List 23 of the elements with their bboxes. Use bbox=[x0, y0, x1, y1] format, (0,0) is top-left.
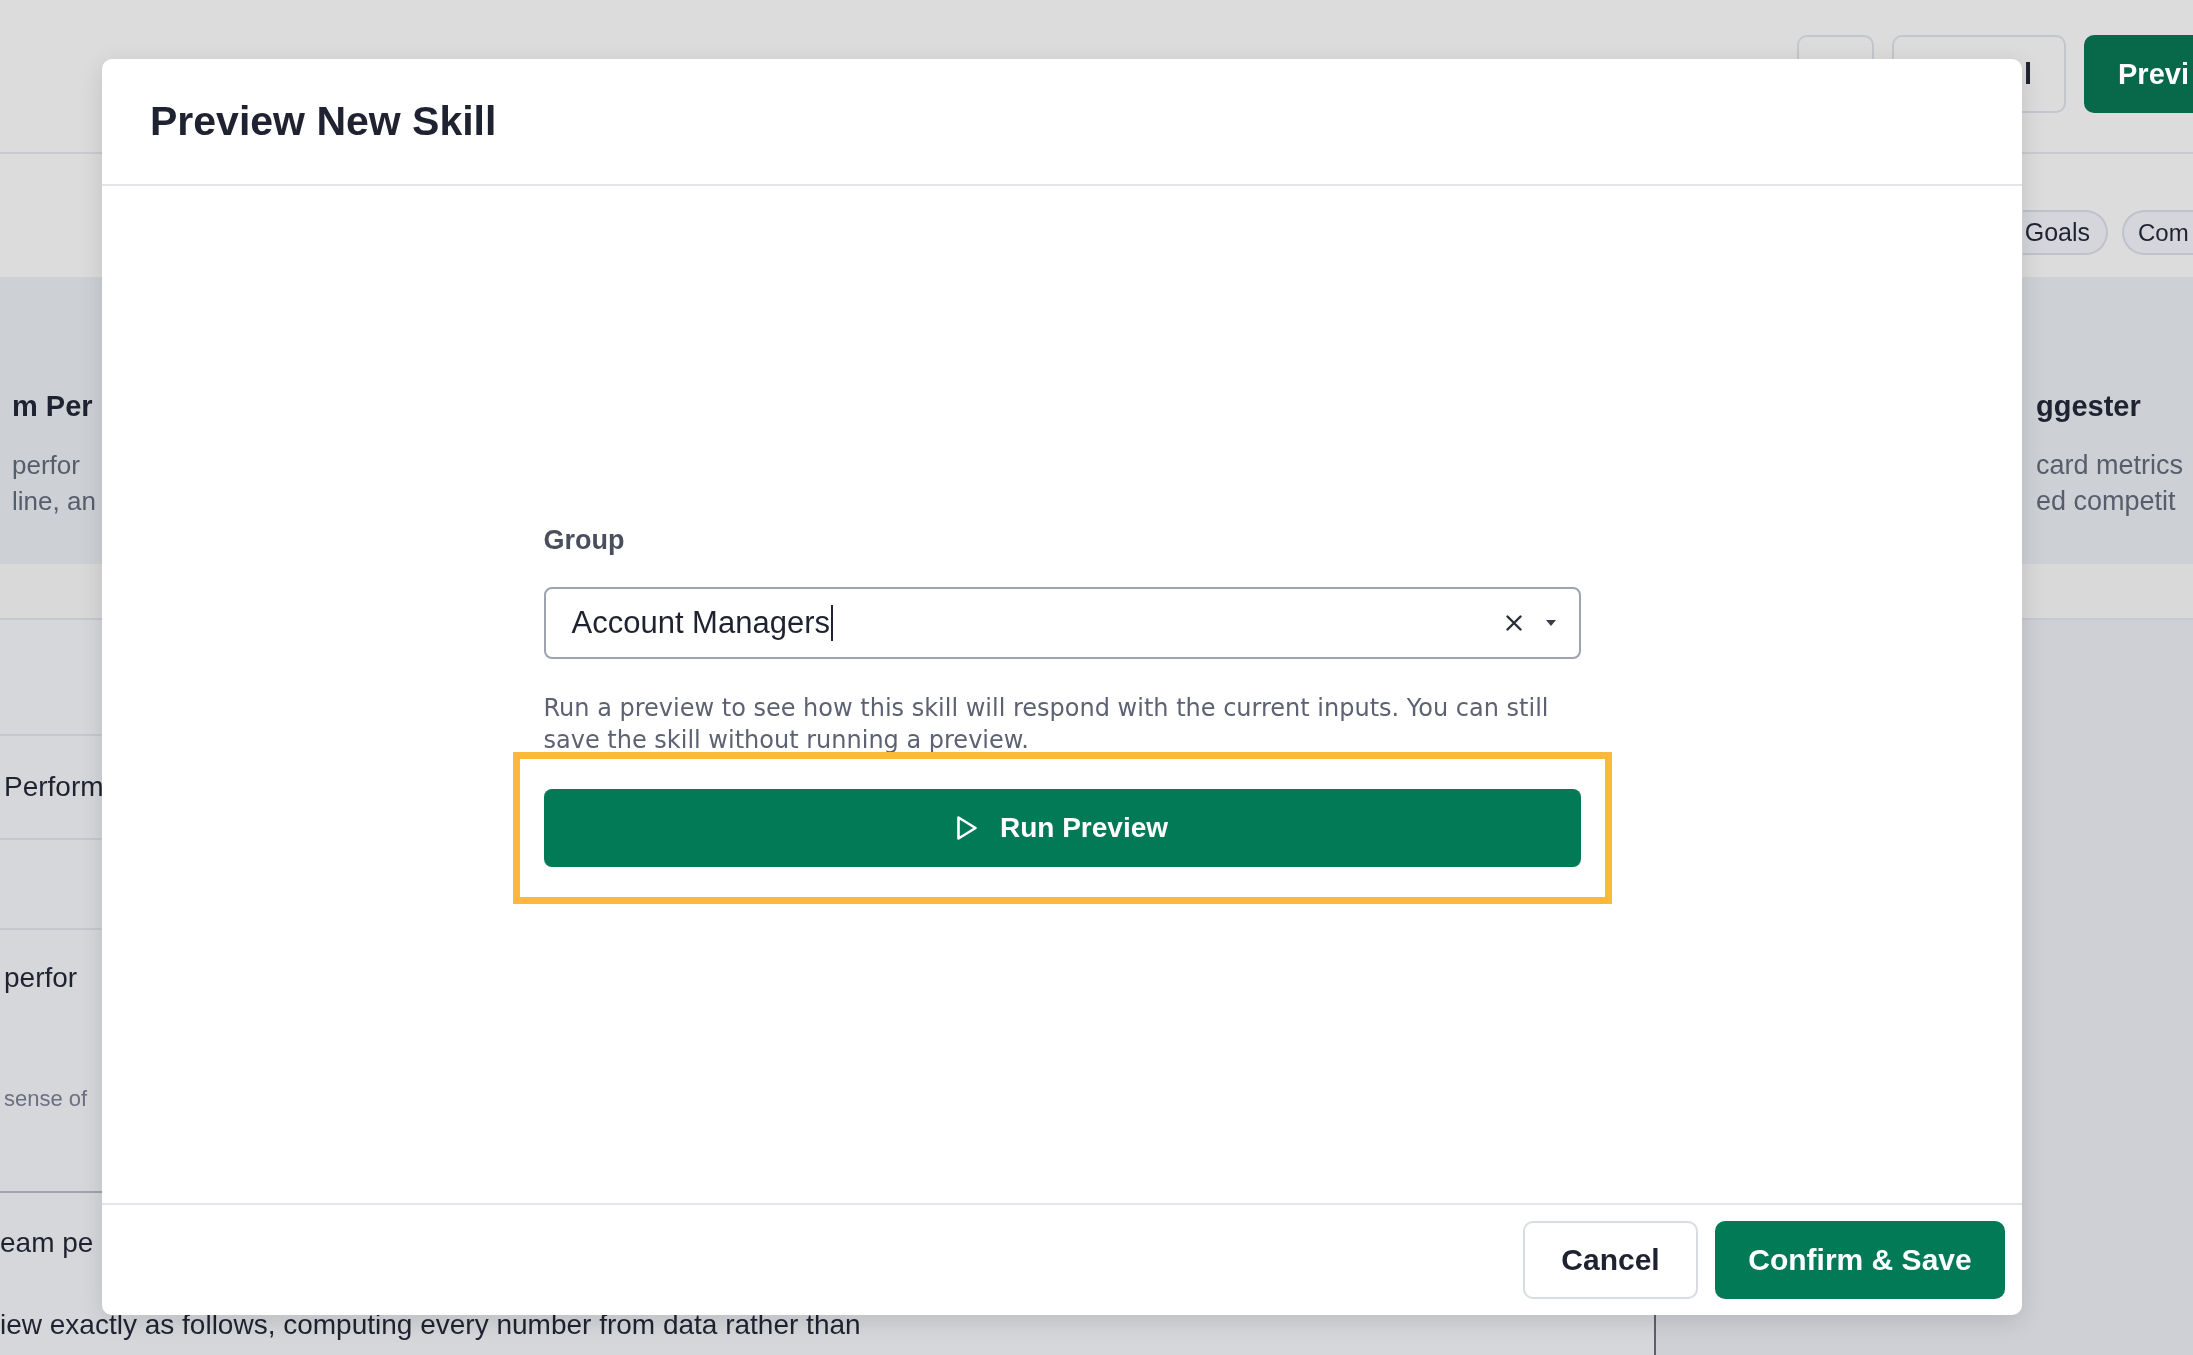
card-text: ed competit bbox=[2036, 485, 2176, 518]
card-text: line, an bbox=[12, 485, 96, 518]
clear-icon bbox=[1505, 615, 1522, 631]
row-title: eam pe bbox=[0, 1226, 94, 1260]
card-title: ggester bbox=[2036, 389, 2141, 424]
group-select[interactable]: Account Managers bbox=[543, 587, 1581, 659]
field-label: Group bbox=[543, 524, 625, 557]
secondary-button[interactable]: Cancel bbox=[1523, 1221, 1698, 1299]
row-title: perfor bbox=[4, 961, 78, 995]
primary-button[interactable]: Confirm & Save bbox=[1715, 1221, 2005, 1299]
row-note: sense of bbox=[4, 1085, 88, 1113]
dialog-title: Preview New Skill bbox=[150, 96, 497, 146]
filter-chip[interactable]: Goals bbox=[2022, 210, 2108, 255]
card-title: m Per bbox=[12, 389, 93, 424]
run-preview-button[interactable]: Run Preview bbox=[543, 789, 1581, 867]
play-icon bbox=[955, 815, 978, 841]
primary-button[interactable]: Previ bbox=[2084, 35, 2193, 113]
row-text: iew exactly as follows, computing every number from data rather than bbox=[0, 1311, 861, 1339]
card-text: perfor bbox=[12, 449, 80, 482]
hint-text: Run a preview to see how this skill will respond with the current inputs. You can still save the skill without running a preview. bbox=[543, 693, 1550, 756]
row-title: Perform bbox=[4, 770, 104, 804]
filter-chip[interactable]: Com bbox=[2122, 210, 2193, 255]
card-text: card metrics bbox=[2036, 449, 2184, 482]
